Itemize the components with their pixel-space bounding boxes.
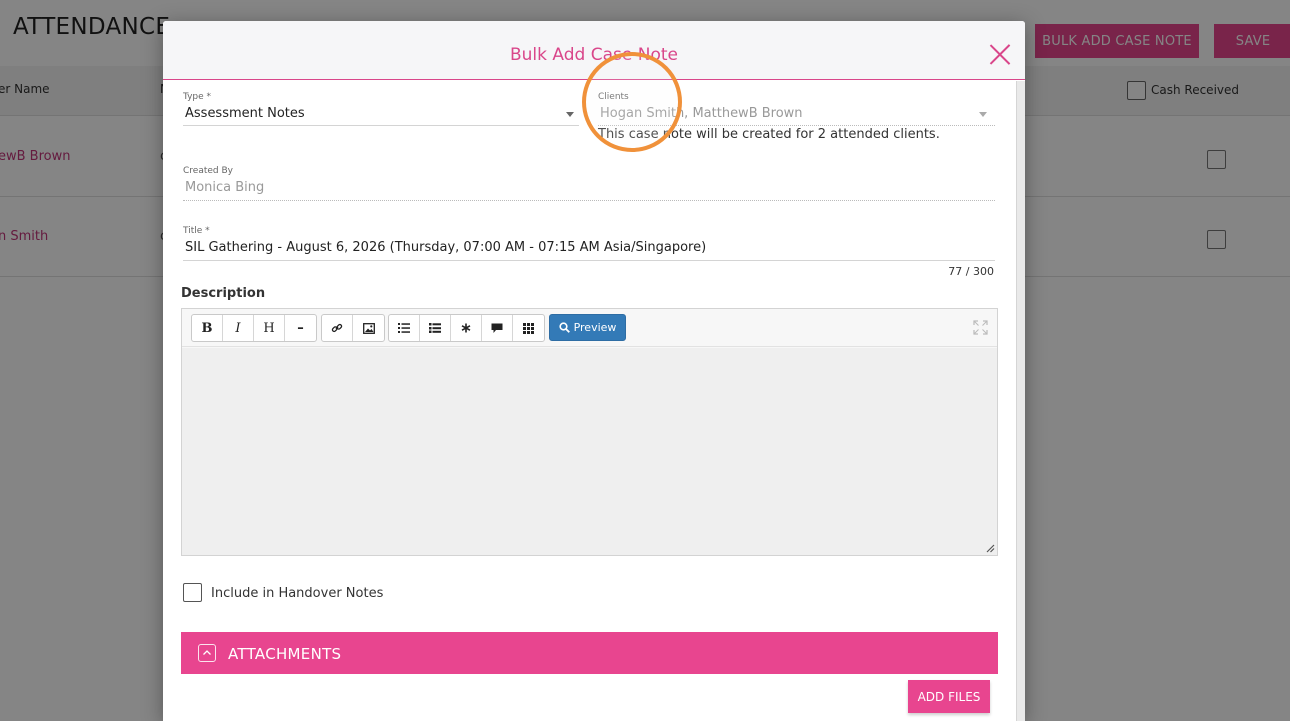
unordered-list-icon[interactable] (389, 315, 420, 341)
clients-select[interactable]: Clients Hogan Smith, MatthewB Brown (598, 92, 995, 126)
search-icon (558, 322, 570, 333)
heading-button[interactable]: H (254, 315, 285, 341)
type-value: Assessment Notes (185, 106, 305, 121)
modal-title: Bulk Add Case Note (510, 45, 678, 65)
comment-icon[interactable] (482, 315, 513, 341)
clients-label: Clients (598, 92, 629, 102)
table-icon[interactable] (513, 315, 544, 341)
insert-group (321, 314, 385, 342)
preview-label: Preview (573, 321, 617, 334)
chevron-down-icon (979, 112, 987, 117)
created-by-value: Monica Bing (185, 180, 265, 195)
clients-value: Hogan Smith, MatthewB Brown (600, 106, 803, 121)
list-group (388, 314, 545, 342)
type-label: Type * (183, 92, 212, 102)
description-label: Description (181, 286, 266, 301)
attachments-panel-header[interactable]: ATTACHMENTS (181, 632, 998, 674)
asterisk-icon[interactable] (451, 315, 482, 341)
close-icon[interactable] (989, 43, 1011, 65)
created-by-label: Created By (183, 166, 233, 176)
fullscreen-icon[interactable] (973, 320, 988, 335)
format-group: B I H – (191, 314, 317, 342)
editor-toolbar: B I H – Preview (182, 309, 997, 347)
attachments-label: ATTACHMENTS (228, 645, 342, 663)
include-handover-checkbox[interactable] (183, 583, 202, 602)
link-icon[interactable] (322, 315, 353, 341)
chevron-up-icon[interactable] (198, 644, 216, 662)
modal-header: Bulk Add Case Note (163, 21, 1025, 80)
created-by-field: Created By Monica Bing (183, 166, 995, 201)
chevron-down-icon (566, 112, 574, 117)
title-label: Title * (183, 226, 210, 236)
description-textarea[interactable] (182, 348, 997, 555)
type-select[interactable]: Type * Assessment Notes (183, 92, 579, 126)
include-handover-label[interactable]: Include in Handover Notes (211, 586, 383, 601)
bold-button[interactable]: B (192, 315, 223, 341)
ordered-list-icon[interactable] (420, 315, 451, 341)
add-files-button[interactable]: ADD FILES (908, 680, 990, 713)
clients-hint: This case note will be created for 2 att… (598, 127, 940, 142)
horizontal-rule-button[interactable]: – (285, 315, 316, 341)
resize-handle-icon[interactable] (985, 543, 995, 553)
preview-button[interactable]: Preview (549, 314, 626, 341)
image-icon[interactable] (353, 315, 384, 341)
bulk-add-case-note-modal: Bulk Add Case Note Type * Assessment Not… (163, 21, 1025, 721)
scrollbar[interactable] (1016, 81, 1025, 721)
description-editor: B I H – Preview (181, 308, 998, 556)
italic-button[interactable]: I (223, 315, 254, 341)
title-field[interactable]: Title * SIL Gathering - August 6, 2026 (… (183, 226, 995, 261)
title-input[interactable]: SIL Gathering - August 6, 2026 (Thursday… (183, 240, 995, 255)
title-char-count: 77 / 300 (948, 265, 994, 278)
